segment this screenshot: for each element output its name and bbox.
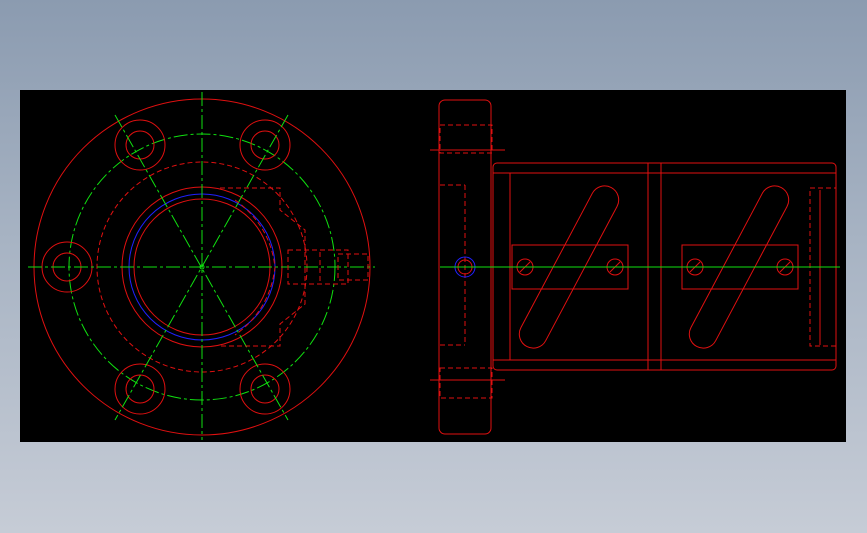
side-view [430, 99, 840, 435]
bolt-hole-0 [125, 130, 155, 160]
bolt-hole-counterbore-1 [239, 119, 291, 171]
side-bolt-hole-bottom [439, 367, 493, 399]
bolt-hole-counterbore-4 [239, 363, 291, 415]
side-hub-dashed-ends [440, 184, 465, 346]
bolt-hole-1 [250, 130, 280, 160]
cad-drawing-viewport[interactable] [20, 90, 846, 442]
bolt-hole-counterbore-0 [114, 119, 166, 171]
front-view [28, 92, 375, 440]
side-bolt-hole-top [439, 124, 493, 154]
cad-drawing-canvas [28, 92, 840, 440]
